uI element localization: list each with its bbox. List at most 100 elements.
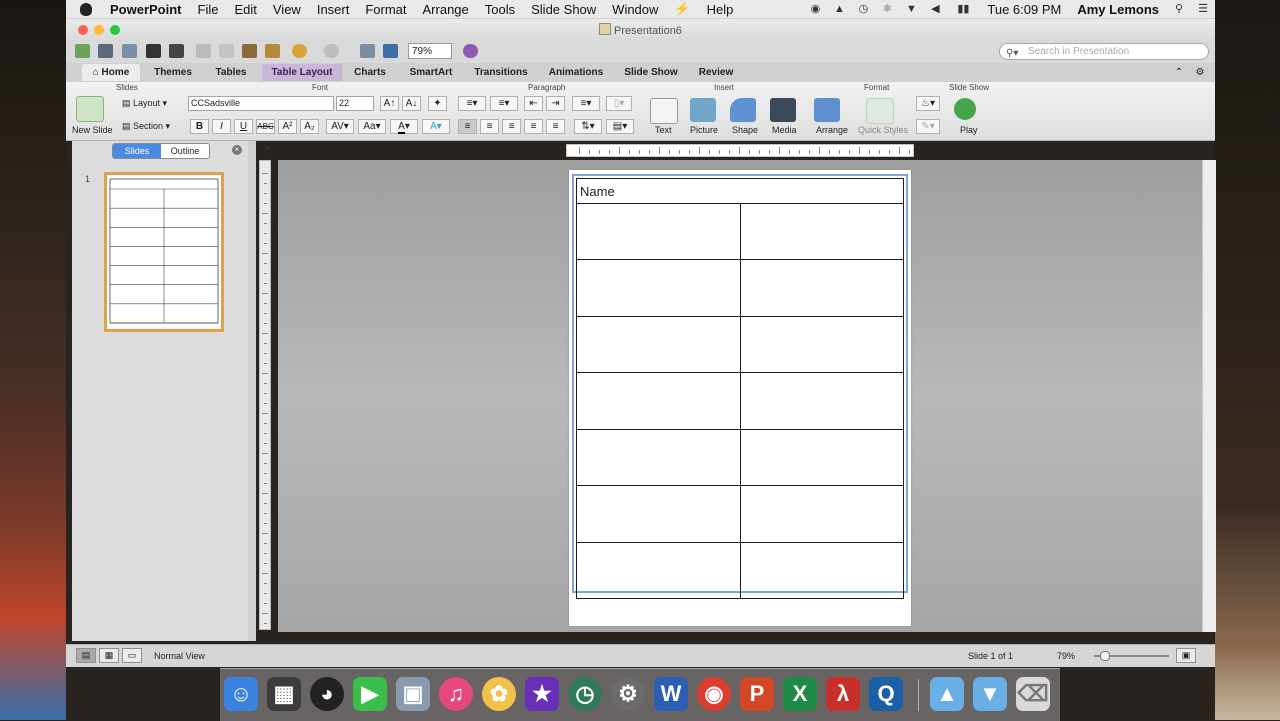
slide-thumbnail[interactable]: [104, 172, 224, 332]
system-preferences-icon[interactable]: ⚙: [611, 677, 645, 711]
close-panel-icon[interactable]: ×: [232, 145, 242, 155]
normal-view-button[interactable]: ▤: [76, 648, 96, 663]
font-size-field[interactable]: 22: [336, 96, 374, 111]
word-icon[interactable]: W: [654, 677, 688, 711]
paste-icon[interactable]: [242, 44, 257, 58]
volume-icon[interactable]: ◀: [928, 3, 942, 15]
layout-button[interactable]: ▤ Layout ▾: [122, 98, 167, 109]
tab-slide-show[interactable]: Slide Show: [620, 64, 682, 81]
picture-icon[interactable]: [690, 98, 716, 122]
font-color-button[interactable]: A▾: [390, 119, 418, 134]
table-cell[interactable]: [739, 541, 904, 599]
help-icon[interactable]: [463, 44, 478, 58]
open-icon[interactable]: [122, 44, 137, 58]
slide-sorter-button[interactable]: ▦: [99, 648, 119, 663]
table-row[interactable]: [576, 315, 904, 374]
facetime-icon[interactable]: ▶: [353, 677, 387, 711]
gallery-icon[interactable]: [360, 44, 375, 58]
table-row[interactable]: [576, 428, 904, 487]
insert-text-button[interactable]: Text: [655, 125, 672, 135]
excel-icon[interactable]: X: [783, 677, 817, 711]
record-icon[interactable]: ◉: [808, 3, 822, 15]
sidebar-icon[interactable]: [383, 44, 398, 58]
menu-view[interactable]: View: [265, 2, 309, 17]
battery-icon[interactable]: ▮▮: [952, 3, 974, 15]
chrome-icon[interactable]: ◉: [697, 677, 731, 711]
tab-tables[interactable]: Tables: [206, 64, 256, 81]
arrange-button[interactable]: Arrange: [816, 125, 848, 135]
clock[interactable]: Tue 6:09 PM: [979, 2, 1069, 17]
table-cell[interactable]: [576, 428, 741, 487]
outline-tab[interactable]: Outline: [161, 144, 209, 158]
photos-icon[interactable]: ✿: [482, 677, 516, 711]
decrease-indent-button[interactable]: ⇤: [524, 96, 543, 111]
table-row[interactable]: [576, 372, 904, 430]
line-spacing-button[interactable]: ≡▾: [572, 96, 600, 111]
clear-formatting-button[interactable]: ✦: [428, 96, 447, 111]
print-icon[interactable]: [169, 44, 184, 58]
undo-icon[interactable]: [292, 44, 307, 58]
menu-window[interactable]: Window: [604, 2, 666, 17]
align-center-button[interactable]: ≡: [480, 119, 499, 134]
menu-format[interactable]: Format: [357, 2, 414, 17]
fill-color-button[interactable]: ♨▾: [916, 96, 940, 111]
apple-icon[interactable]: [80, 2, 92, 16]
font-name-field[interactable]: CCSadsville: [188, 96, 334, 111]
table-cell[interactable]: [739, 202, 904, 261]
time-machine-dock-icon[interactable]: ◷: [568, 677, 602, 711]
cut-icon[interactable]: [196, 44, 211, 58]
strikethrough-button[interactable]: ABC: [256, 119, 275, 134]
copy-icon[interactable]: [219, 44, 234, 58]
bullets-button[interactable]: ≡▾: [458, 96, 486, 111]
tab-animations[interactable]: Animations: [542, 64, 610, 81]
new-slide-button[interactable]: New Slide: [72, 125, 113, 135]
table-row[interactable]: [576, 485, 904, 543]
table-row[interactable]: [576, 259, 904, 317]
quick-styles-button[interactable]: Quick Styles: [858, 125, 908, 135]
redo-icon[interactable]: [324, 44, 339, 58]
columns-button[interactable]: ▯▾: [606, 96, 632, 111]
menu-tools[interactable]: Tools: [477, 2, 523, 17]
slides-tab[interactable]: Slides: [113, 144, 161, 158]
italic-button[interactable]: I: [212, 119, 231, 134]
spotlight-icon[interactable]: ⚲: [1172, 3, 1186, 15]
table-cell[interactable]: [739, 428, 904, 487]
wifi-icon[interactable]: ▼: [904, 3, 918, 15]
underline-button[interactable]: U: [234, 119, 253, 134]
align-text-button[interactable]: ▤▾: [606, 119, 634, 134]
insert-picture-button[interactable]: Picture: [690, 125, 718, 135]
acrobat-icon[interactable]: λ: [826, 677, 860, 711]
zoom-field[interactable]: 79%: [408, 43, 452, 59]
fit-window-button[interactable]: ▣: [1176, 648, 1196, 663]
media-icon[interactable]: [770, 98, 796, 122]
script-icon[interactable]: ⚡: [666, 1, 698, 17]
quick-styles-icon[interactable]: [866, 98, 894, 124]
increase-indent-button[interactable]: ⇥: [546, 96, 565, 111]
downloads-folder-icon[interactable]: ▼: [973, 677, 1007, 711]
text-effects-button[interactable]: A▾: [422, 119, 450, 134]
table-cell[interactable]: [739, 259, 904, 317]
user-name[interactable]: Amy Lemons: [1069, 2, 1167, 17]
table-cell[interactable]: [576, 202, 741, 261]
line-color-button[interactable]: ✎▾: [916, 119, 940, 134]
menu-slide-show[interactable]: Slide Show: [523, 2, 604, 17]
slide-table[interactable]: Name: [576, 178, 904, 599]
table-row[interactable]: [576, 202, 904, 261]
justify-button[interactable]: ≡: [524, 119, 543, 134]
distributed-button[interactable]: ≡: [546, 119, 565, 134]
templates-icon[interactable]: [98, 44, 113, 58]
table-row[interactable]: [576, 541, 904, 599]
table-cell[interactable]: [739, 372, 904, 430]
tab-charts[interactable]: Charts: [348, 64, 392, 81]
trash-icon[interactable]: ⌫: [1016, 677, 1050, 711]
preview-icon[interactable]: ▣: [396, 677, 430, 711]
powerpoint-icon[interactable]: P: [740, 677, 774, 711]
shape-icon[interactable]: [730, 98, 756, 122]
quicktime-icon[interactable]: Q: [869, 677, 903, 711]
table-cell[interactable]: [576, 259, 741, 317]
time-machine-icon[interactable]: ◷: [856, 3, 870, 15]
numbering-button[interactable]: ≡▾: [490, 96, 518, 111]
superscript-button[interactable]: A²: [278, 119, 297, 134]
table-cell[interactable]: [576, 485, 741, 543]
format-painter-icon[interactable]: [265, 44, 280, 58]
